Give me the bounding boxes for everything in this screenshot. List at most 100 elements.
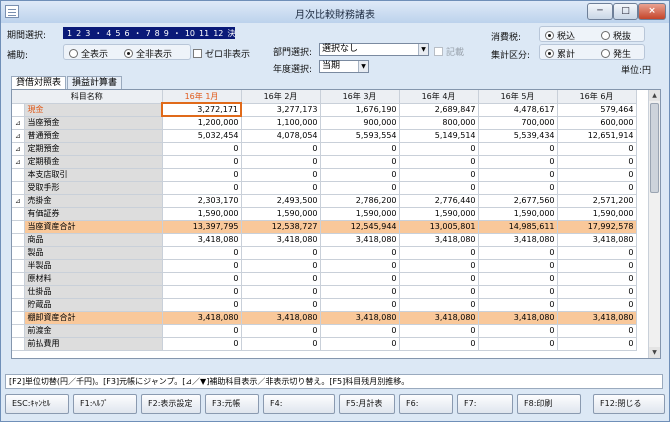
value-cell[interactable]: 0 [162, 259, 242, 273]
table-row[interactable]: ⊿ 定期積金 0 0 0 0 0 0 [12, 155, 637, 169]
value-cell[interactable]: 1,590,000 [162, 207, 242, 221]
close-button[interactable]: × [638, 3, 666, 20]
value-cell[interactable]: 0 [320, 324, 400, 338]
zero-hide-checkbox[interactable]: ゼロ非表示 [193, 47, 250, 60]
value-cell[interactable]: 3,418,080 [399, 311, 479, 325]
value-cell[interactable]: 0 [320, 181, 400, 195]
value-cell[interactable]: 3,418,080 [241, 233, 321, 247]
value-cell[interactable]: 2,493,500 [241, 194, 321, 208]
period-month[interactable]: 11 [197, 29, 211, 38]
value-cell[interactable]: 2,776,440 [399, 194, 479, 208]
value-cell[interactable]: 0 [320, 272, 400, 286]
value-cell[interactable]: 5,593,554 [320, 129, 400, 143]
value-cell[interactable]: 0 [557, 142, 637, 156]
value-cell[interactable]: 0 [478, 285, 558, 299]
value-cell[interactable]: 0 [557, 168, 637, 182]
account-name-cell[interactable]: 製品 [24, 246, 163, 260]
value-cell[interactable]: 0 [320, 337, 400, 351]
value-cell[interactable]: 0 [162, 246, 242, 260]
value-cell[interactable]: 3,418,080 [162, 233, 242, 247]
tab-income-statement[interactable]: 損益計算書 [67, 76, 123, 89]
value-cell[interactable]: 0 [162, 168, 242, 182]
period-month[interactable]: 3 [83, 29, 92, 38]
value-cell[interactable]: 1,676,190 [320, 103, 400, 117]
value-cell[interactable]: 0 [399, 285, 479, 299]
value-cell[interactable]: 0 [162, 298, 242, 312]
value-cell[interactable]: 12,651,914 [557, 129, 637, 143]
vertical-scrollbar[interactable]: ▲ ▼ [648, 90, 660, 358]
period-month[interactable]: 決 [225, 28, 235, 39]
value-cell[interactable]: 0 [478, 181, 558, 195]
fkey-button[interactable]: F2:表示設定 [141, 394, 201, 414]
value-cell[interactable]: 0 [557, 324, 637, 338]
value-cell[interactable]: 5,032,454 [162, 129, 242, 143]
period-month[interactable]: 10 [183, 29, 197, 38]
fkey-button[interactable]: F7: [457, 394, 513, 414]
fkey-button[interactable]: ESC:ｷｬﾝｾﾙ [5, 394, 69, 414]
value-cell[interactable]: 0 [320, 298, 400, 312]
period-month[interactable]: 6 [122, 29, 131, 38]
value-cell[interactable]: 0 [557, 259, 637, 273]
account-name-cell[interactable]: 売掛金 [24, 194, 163, 208]
value-cell[interactable]: 2,571,200 [557, 194, 637, 208]
value-cell[interactable]: 0 [162, 181, 242, 195]
period-month[interactable]: ・ [132, 28, 144, 39]
account-name-cell[interactable]: 原材料 [24, 272, 163, 286]
value-cell[interactable]: 0 [399, 272, 479, 286]
value-cell[interactable]: 1,590,000 [557, 207, 637, 221]
table-row[interactable]: 商品 3,418,080 3,418,080 3,418,080 3,418,080 3,… [12, 233, 637, 247]
value-cell[interactable]: 0 [557, 181, 637, 195]
value-cell[interactable]: 0 [399, 155, 479, 169]
value-cell[interactable]: 0 [478, 259, 558, 273]
value-cell[interactable]: 1,590,000 [320, 207, 400, 221]
radio-occurrence[interactable]: 発生 [601, 47, 631, 60]
value-cell[interactable]: 0 [399, 142, 479, 156]
table-row[interactable]: 半製品 0 0 0 0 0 0 [12, 259, 637, 273]
value-cell[interactable]: 0 [162, 285, 242, 299]
value-cell[interactable]: 5,539,434 [478, 129, 558, 143]
radio-cumulative[interactable]: 累計 [545, 47, 575, 60]
period-month[interactable]: 4 [104, 29, 113, 38]
account-name-cell[interactable]: 当座資産合計 [24, 220, 163, 234]
value-cell[interactable]: 1,590,000 [399, 207, 479, 221]
value-cell[interactable]: 0 [557, 272, 637, 286]
value-cell[interactable]: 0 [162, 155, 242, 169]
value-cell[interactable]: 0 [478, 324, 558, 338]
value-cell[interactable]: 0 [399, 246, 479, 260]
account-name-cell[interactable]: 仕掛品 [24, 285, 163, 299]
value-cell[interactable]: 0 [162, 324, 242, 338]
value-cell[interactable]: 0 [399, 259, 479, 273]
value-cell[interactable]: 0 [399, 181, 479, 195]
value-cell[interactable]: 2,303,170 [162, 194, 242, 208]
tab-balance-sheet[interactable]: 貸借対照表 [11, 76, 67, 89]
value-cell[interactable]: 0 [478, 168, 558, 182]
value-cell[interactable]: 0 [320, 155, 400, 169]
account-name-cell[interactable]: 受取手形 [24, 181, 163, 195]
value-cell[interactable]: 3,418,080 [320, 311, 400, 325]
period-month[interactable]: 7 [144, 29, 153, 38]
value-cell[interactable]: 0 [241, 324, 321, 338]
table-row[interactable]: 有価証券 1,590,000 1,590,000 1,590,000 1,590,000… [12, 207, 637, 221]
value-cell[interactable]: 700,000 [478, 116, 558, 130]
value-cell[interactable]: 3,418,080 [478, 233, 558, 247]
table-row[interactable]: 前払費用 0 0 0 0 0 0 [12, 337, 637, 351]
expand-toggle-icon[interactable]: ⊿ [12, 116, 25, 130]
value-cell[interactable]: 3,418,080 [557, 311, 637, 325]
account-name-cell[interactable]: 有価証券 [24, 207, 163, 221]
table-row[interactable]: 製品 0 0 0 0 0 0 [12, 246, 637, 260]
table-row[interactable]: 現金 3,272,171 3,277,173 1,676,190 2,689,847 4,… [12, 102, 637, 117]
value-cell[interactable]: 0 [241, 272, 321, 286]
account-name-cell[interactable]: 棚卸資産合計 [24, 311, 163, 325]
table-row[interactable]: 当座資産合計 13,397,795 12,538,727 12,545,944 13,0… [12, 220, 637, 234]
value-cell[interactable]: 13,397,795 [162, 220, 242, 234]
table-row[interactable]: 受取手形 0 0 0 0 0 0 [12, 181, 637, 195]
expand-toggle-icon[interactable]: ⊿ [12, 155, 25, 169]
minimize-button[interactable]: ─ [587, 3, 613, 20]
fkey-button[interactable]: F6: [399, 394, 453, 414]
value-cell[interactable]: 4,478,617 [478, 103, 558, 117]
value-cell[interactable]: 17,992,578 [557, 220, 637, 234]
value-cell[interactable]: 0 [241, 181, 321, 195]
value-cell[interactable]: 0 [399, 337, 479, 351]
period-month[interactable]: 9 [162, 29, 171, 38]
value-cell[interactable]: 600,000 [557, 116, 637, 130]
